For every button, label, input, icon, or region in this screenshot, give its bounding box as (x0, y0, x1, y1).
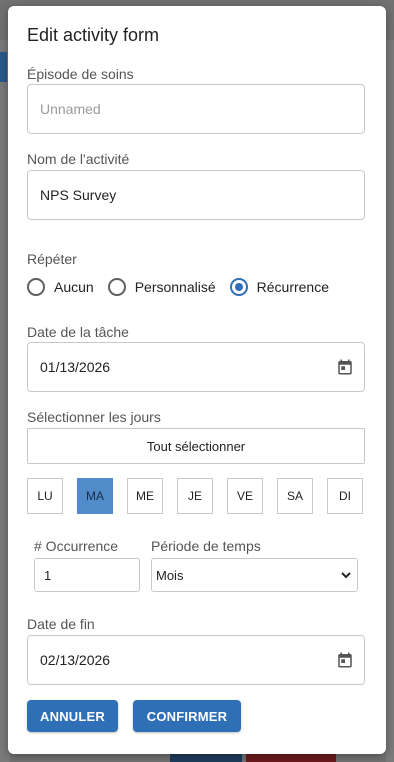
day-button-thursday[interactable]: JE (177, 478, 213, 514)
episode-field[interactable] (27, 84, 365, 134)
task-date-value: 01/13/2026 (40, 359, 111, 375)
day-button-friday[interactable]: VE (227, 478, 263, 514)
end-date-field[interactable]: 02/13/2026 (27, 635, 365, 685)
day-button-wednesday[interactable]: ME (127, 478, 163, 514)
task-date-label: Date de la tâche (27, 324, 129, 340)
radio-option-recurrence[interactable]: Récurrence (229, 278, 330, 296)
activity-name-input[interactable] (40, 187, 364, 203)
confirm-button[interactable]: CONFIRMER (133, 700, 241, 732)
cancel-button[interactable]: ANNULER (27, 700, 118, 732)
day-picker: LU MA ME JE VE SA DI (27, 478, 363, 514)
repeat-radio-group: Aucun Personnalisé Récurrence (27, 278, 343, 296)
day-button-tuesday[interactable]: MA (77, 478, 113, 514)
dialog-title: Edit activity form (27, 25, 160, 45)
end-date-value: 02/13/2026 (40, 652, 111, 668)
activity-name-field[interactable] (27, 170, 365, 220)
period-select[interactable]: Mois (151, 558, 358, 592)
episode-input[interactable] (40, 101, 364, 117)
occurrence-field[interactable] (34, 558, 140, 592)
activity-name-label: Nom de l'activité (27, 151, 130, 167)
period-selected-value: Mois (156, 567, 184, 583)
day-button-sunday[interactable]: DI (327, 478, 363, 514)
radio-recurrence-label: Récurrence (256, 279, 330, 295)
calendar-icon[interactable] (336, 651, 354, 669)
occurrence-label: # Occurrence (34, 538, 119, 554)
select-all-button[interactable]: Tout sélectionner (27, 428, 365, 464)
radio-custom-label: Personnalisé (134, 279, 216, 295)
chevron-down-icon (341, 572, 351, 579)
edit-activity-dialog: Edit activity form Épisode de soins Nom … (8, 6, 386, 754)
day-button-saturday[interactable]: SA (277, 478, 313, 514)
radio-custom-circle[interactable] (107, 278, 126, 296)
radio-option-custom[interactable]: Personnalisé (107, 278, 216, 296)
background-strip-right (386, 40, 394, 762)
radio-option-none[interactable]: Aucun (27, 278, 94, 296)
task-date-field[interactable]: 01/13/2026 (27, 342, 365, 392)
day-button-monday[interactable]: LU (27, 478, 63, 514)
period-label: Période de temps (151, 538, 261, 554)
radio-selected-dot (234, 283, 243, 291)
end-date-label: Date de fin (27, 616, 95, 632)
background-accent (0, 52, 7, 82)
repeat-label: Répéter (27, 251, 77, 267)
calendar-icon[interactable] (336, 358, 354, 376)
occurrence-input[interactable] (44, 567, 139, 583)
radio-none-circle[interactable] (27, 278, 45, 296)
radio-recurrence-circle[interactable] (229, 278, 248, 296)
select-days-label: Sélectionner les jours (27, 409, 161, 425)
episode-label: Épisode de soins (27, 66, 134, 82)
radio-none-label: Aucun (54, 279, 94, 295)
